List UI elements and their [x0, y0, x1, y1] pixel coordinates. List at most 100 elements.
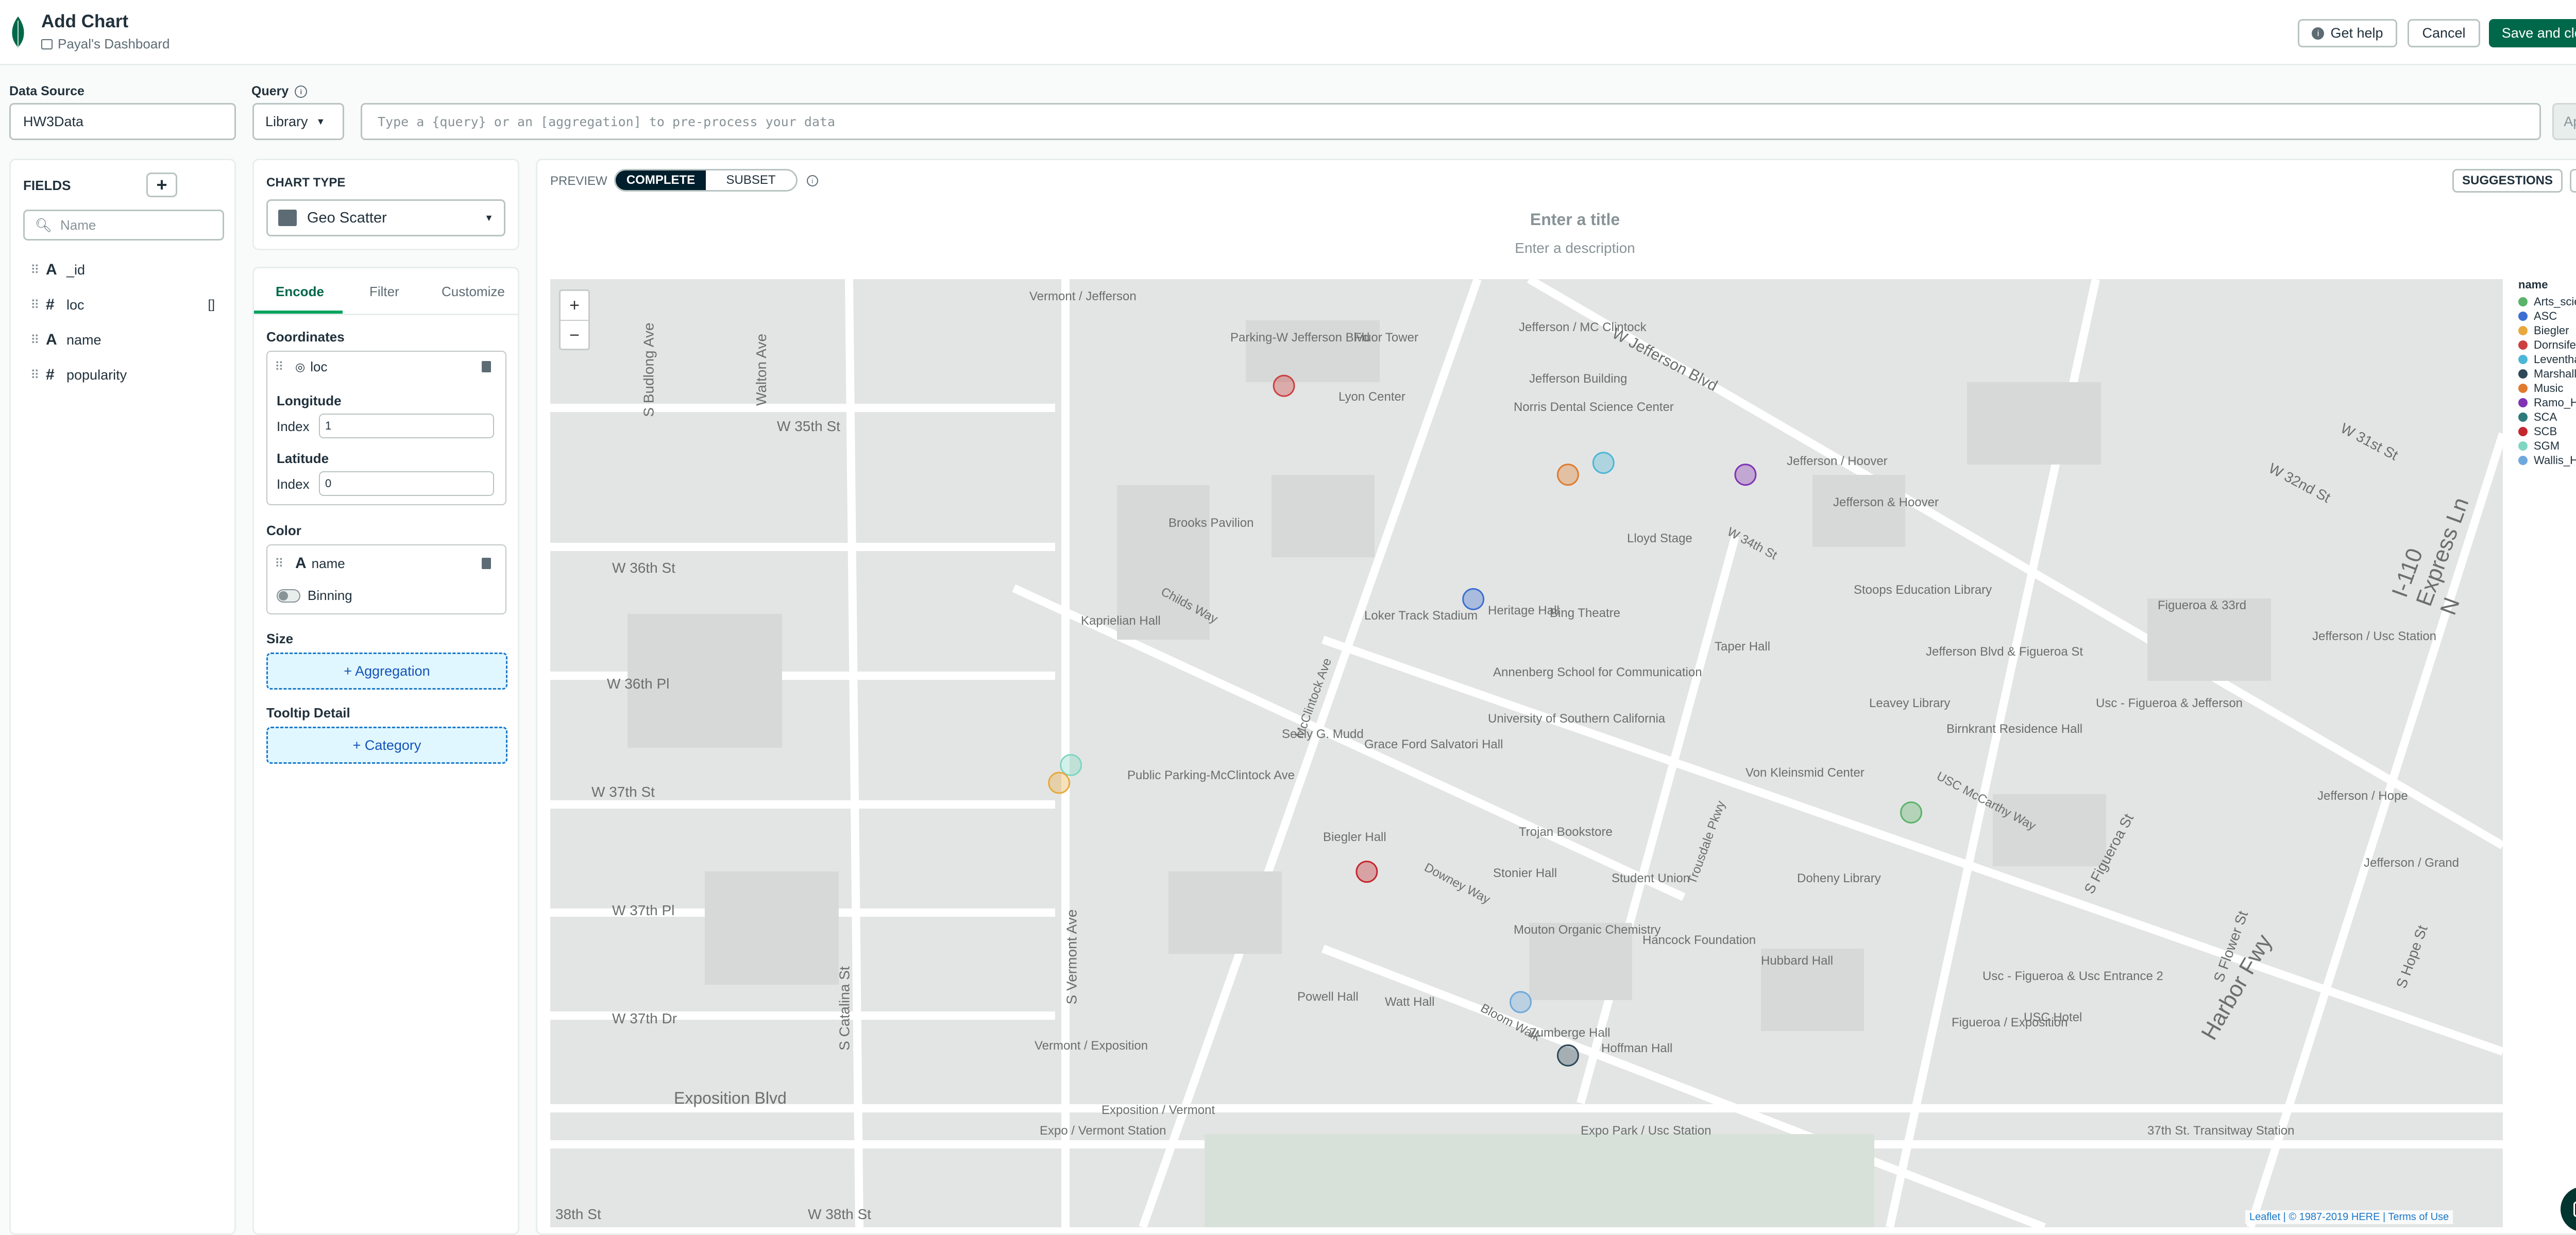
coordinates-label: Coordinates: [266, 329, 345, 345]
longitude-index-label: Index: [277, 419, 310, 434]
legend-label: Music: [2534, 382, 2564, 394]
zoom-control: + −: [559, 289, 590, 350]
legend-item[interactable]: Music: [2518, 381, 2576, 396]
suggestions-button[interactable]: SUGGESTIONS: [2452, 169, 2563, 193]
scatter-point-arts_science[interactable]: [1900, 801, 1923, 824]
query-input[interactable]: Type a {query} or an [aggregation] to pr…: [361, 103, 2541, 140]
field-search-input[interactable]: 🔍︎ Name: [23, 210, 224, 241]
query-label-group: Query i: [251, 84, 308, 99]
scatter-point-scb[interactable]: [1355, 861, 1378, 883]
query-mode-select[interactable]: Library ▼: [252, 103, 344, 140]
more-options-button[interactable]: ⋯: [2570, 169, 2576, 193]
legend-swatch: [2518, 413, 2528, 422]
field-item-loc[interactable]: ⠿ # loc []: [30, 296, 226, 314]
legend-swatch: [2518, 312, 2528, 321]
scatter-point-dornsife[interactable]: [1273, 374, 1295, 397]
legend-swatch: [2518, 456, 2528, 465]
legend-swatch: [2518, 441, 2528, 451]
legend-label: ASC: [2534, 310, 2557, 322]
complete-toggle[interactable]: COMPLETE: [616, 170, 706, 190]
field-search-placeholder: Name: [60, 217, 96, 233]
subset-toggle[interactable]: SUBSET: [706, 170, 796, 190]
cancel-button[interactable]: Cancel: [2408, 19, 2480, 47]
color-label: Color: [266, 523, 301, 538]
scatter-point-leventhal[interactable]: [1592, 452, 1615, 474]
drag-handle-icon[interactable]: ⠿: [30, 333, 46, 348]
trash-icon[interactable]: [482, 361, 491, 372]
chart-type-panel: CHART TYPE Geo Scatter ▼: [252, 159, 519, 250]
color-field-name: name: [311, 555, 345, 571]
scatter-point-music[interactable]: [1556, 464, 1579, 486]
drag-handle-icon[interactable]: ⠿: [275, 556, 290, 571]
legend-item[interactable]: SGM: [2518, 439, 2576, 453]
chart-description-input[interactable]: Enter a description: [550, 240, 2576, 256]
dashboard-name: Payal's Dashboard: [58, 36, 170, 52]
drag-handle-icon[interactable]: ⠿: [30, 263, 46, 278]
plus-icon: +: [156, 174, 167, 195]
query-info-icon[interactable]: i: [295, 85, 308, 98]
field-item-id[interactable]: ⠿ A _id: [30, 261, 85, 279]
add-aggregation-button[interactable]: + Aggregation: [266, 653, 507, 690]
binning-toggle[interactable]: [277, 589, 300, 603]
latitude-index-input[interactable]: 0: [319, 471, 494, 496]
zoom-in-button[interactable]: +: [561, 291, 588, 321]
chart-title-input[interactable]: Enter a title: [550, 210, 2576, 229]
legend-swatch: [2518, 326, 2528, 335]
data-source-select[interactable]: HW3Data: [9, 103, 236, 140]
scatter-point-wallis_hall[interactable]: [1510, 991, 1532, 1014]
legend-item[interactable]: Arts_science: [2518, 295, 2576, 309]
search-icon: 🔍︎: [35, 217, 53, 233]
chart-type-title: CHART TYPE: [266, 176, 346, 190]
tab-encode[interactable]: Encode: [276, 284, 324, 300]
latitude-index-label: Index: [277, 476, 310, 492]
zoom-out-button[interactable]: −: [561, 321, 588, 350]
tab-filter[interactable]: Filter: [369, 284, 399, 300]
legend-item[interactable]: SCB: [2518, 424, 2576, 439]
preview-info-icon[interactable]: i: [807, 175, 818, 186]
save-and-close-button[interactable]: Save and close: [2489, 19, 2576, 47]
scatter-point-asc[interactable]: [1462, 588, 1485, 610]
legend-item[interactable]: ASC: [2518, 309, 2576, 323]
chart-type-select[interactable]: Geo Scatter ▼: [266, 199, 505, 236]
get-help-label: Get help: [2330, 25, 2383, 41]
legend-item[interactable]: Wallis_Hall: [2518, 453, 2576, 468]
scatter-point-ramo_hall[interactable]: [1734, 464, 1757, 486]
get-help-button[interactable]: i Get help: [2298, 19, 2397, 47]
legend-item[interactable]: Leventhal: [2518, 352, 2576, 367]
trash-icon[interactable]: [482, 558, 491, 569]
legend-label: SCB: [2534, 425, 2557, 438]
drag-handle-icon[interactable]: ⠿: [275, 359, 290, 374]
array-icon: []: [208, 298, 215, 312]
field-name: popularity: [66, 367, 127, 383]
longitude-label: Longitude: [277, 393, 342, 408]
string-type-icon: A: [46, 331, 57, 348]
drag-handle-icon[interactable]: ⠿: [30, 298, 46, 313]
scatter-point-sgm[interactable]: [1060, 754, 1082, 777]
color-field-chip[interactable]: ⠿ A name: [275, 555, 345, 572]
scatter-point-biegler[interactable]: [1048, 771, 1071, 794]
field-item-name[interactable]: ⠿ A name: [30, 331, 101, 349]
coordinates-field-chip[interactable]: ⠿ ◎ loc: [275, 359, 327, 375]
legend-item[interactable]: Dornsife: [2518, 338, 2576, 352]
tab-customize[interactable]: Customize: [442, 284, 505, 300]
add-field-button[interactable]: +: [146, 173, 177, 197]
chat-icon: [2573, 1202, 2576, 1217]
binning-toggle-row: Binning: [277, 588, 352, 604]
dashboard-icon: [41, 39, 53, 49]
legend-item[interactable]: SCA: [2518, 410, 2576, 424]
geo-scatter-map[interactable]: Vermont / Jefferson Parking-W Jefferson …: [550, 279, 2503, 1227]
legend-item[interactable]: Marshall: [2518, 367, 2576, 381]
drag-handle-icon[interactable]: ⠿: [30, 368, 46, 383]
legend-item[interactable]: Biegler: [2518, 323, 2576, 338]
dashboard-breadcrumb[interactable]: Payal's Dashboard: [41, 36, 170, 52]
apply-button[interactable]: Apply: [2552, 103, 2576, 140]
field-item-popularity[interactable]: ⠿ # popularity: [30, 366, 127, 384]
scatter-point-marshall[interactable]: [1556, 1044, 1579, 1067]
legend-item[interactable]: Ramo_Hall: [2518, 396, 2576, 410]
map-attribution[interactable]: Leaflet | © 1987-2019 HERE | Terms of Us…: [2245, 1210, 2453, 1224]
chevron-down-icon: ▼: [316, 116, 326, 127]
add-category-button[interactable]: + Category: [266, 727, 507, 764]
longitude-index-input[interactable]: 1: [319, 414, 494, 438]
legend-label: Marshall: [2534, 367, 2576, 380]
legend-title: name: [2518, 278, 2548, 291]
